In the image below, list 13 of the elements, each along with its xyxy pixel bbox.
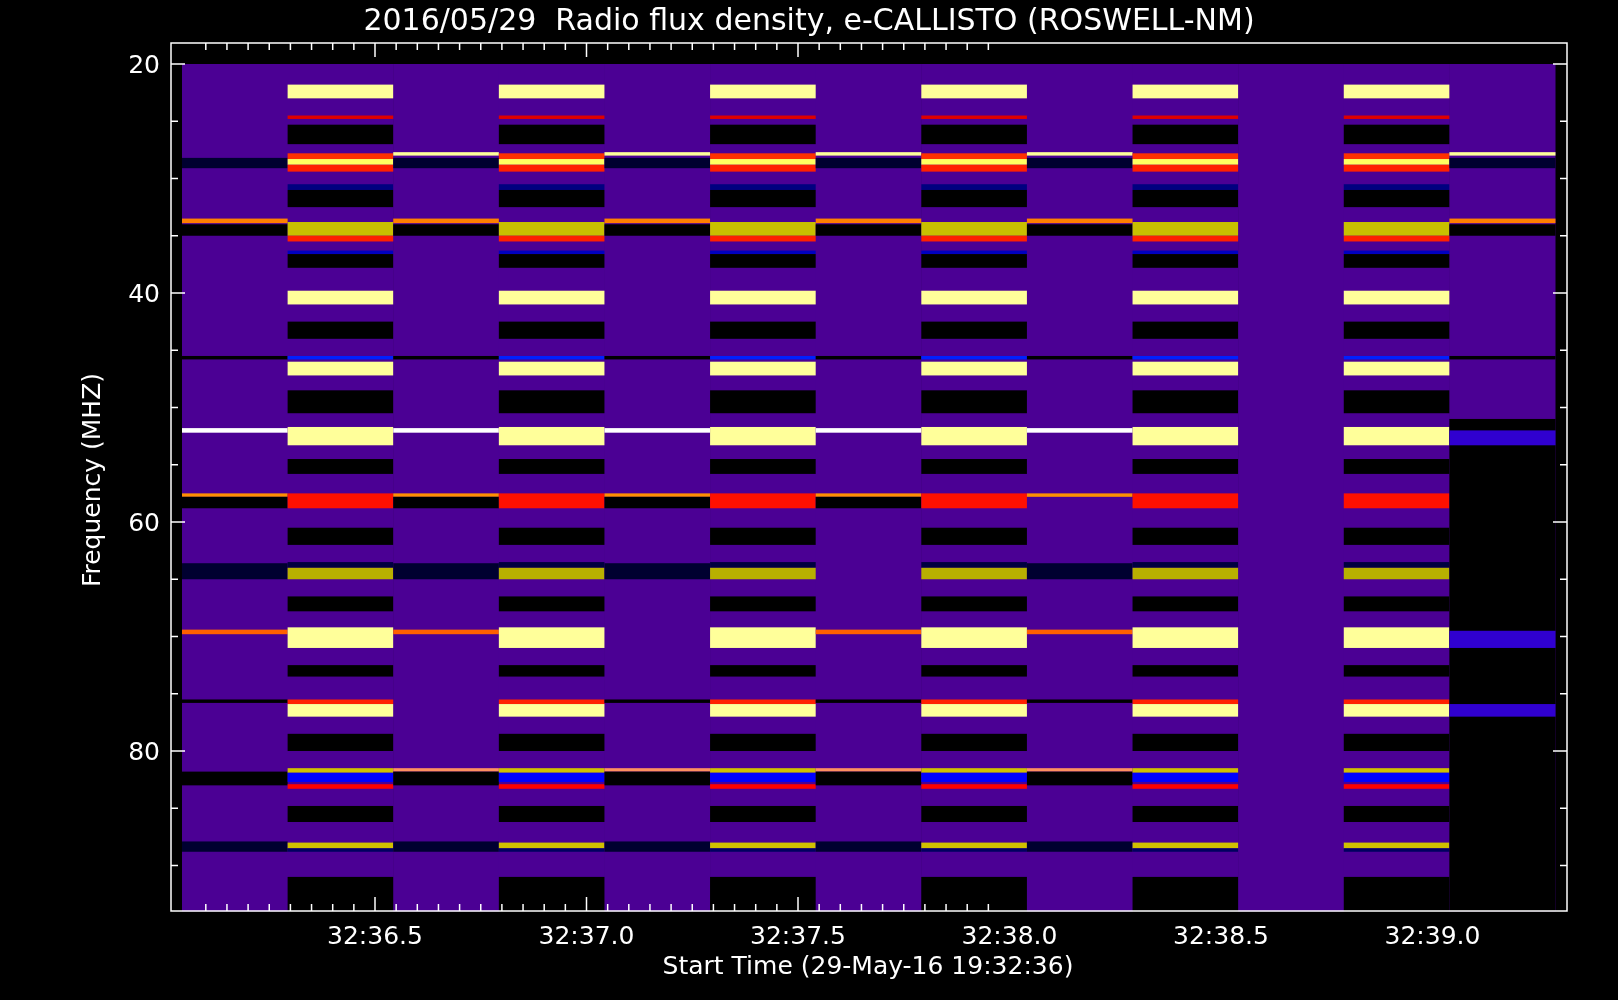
y-tick-label: 80 — [128, 737, 160, 766]
y-tick-label: 40 — [128, 279, 160, 308]
y-axis-label: Frequency (MHZ) — [77, 372, 106, 588]
y-tick-label: 60 — [128, 508, 160, 537]
y-tick-label: 20 — [128, 50, 160, 79]
x-tick-label: 32:37.5 — [750, 921, 846, 950]
chart-title: 2016/05/29 Radio flux density, e-CALLISTO (ROSWELL-NM) — [363, 2, 1255, 37]
x-axis-label: Start Time (29-May-16 19:32:36) — [662, 951, 1074, 980]
x-tick-label: 32:38.5 — [1173, 921, 1269, 950]
x-tick-label: 32:37.0 — [538, 921, 635, 950]
x-tick-label: 32:38.0 — [961, 921, 1058, 950]
x-tick-label: 32:36.5 — [327, 921, 423, 950]
x-tick-label: 32:39.0 — [1384, 921, 1481, 950]
